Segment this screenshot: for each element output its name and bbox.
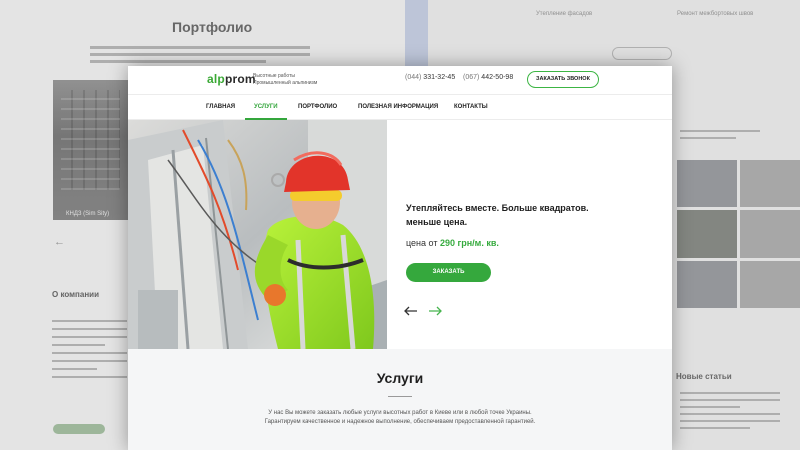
services-divider: [388, 396, 412, 397]
services-section: Услуги У нас Вы можете заказать любые ус…: [128, 349, 672, 450]
climber-illustration: [128, 120, 387, 349]
order-button[interactable]: ЗАКАЗАТЬ: [406, 263, 491, 282]
hero-headline: Утепляйтесь вместе. Больше квадратов. ме…: [406, 201, 616, 229]
phone-2-prefix: (067): [463, 74, 480, 81]
nav-item-portfolio[interactable]: ПОРТФОЛИО: [298, 95, 337, 120]
nav-item-services[interactable]: УСЛУГИ: [245, 95, 287, 120]
arrow-left-icon[interactable]: [404, 306, 418, 316]
arrow-right-icon[interactable]: [428, 306, 442, 316]
services-text-line-1: У нас Вы можете заказать любые услуги вы…: [268, 410, 532, 416]
hero-headline-line-1: Утепляйтесь вместе. Больше квадратов.: [406, 203, 589, 213]
phone-2-number: 442-50-98: [481, 74, 514, 81]
tagline: Высотные работы Промышленный альпинизм: [253, 73, 333, 87]
hero-headline-line-2: меньше цена.: [406, 217, 468, 227]
tagline-line-2: Промышленный альпинизм: [253, 80, 318, 86]
website-window: alpprom Высотные работы Промышленный аль…: [128, 66, 672, 450]
phone-1-prefix: (044): [405, 74, 422, 81]
main-nav: ГЛАВНАЯ УСЛУГИ ПОРТФОЛИО ПОЛЕЗНАЯ ИНФОРМ…: [128, 94, 672, 120]
phone-1-number: 331-32-45: [423, 74, 456, 81]
phone-1[interactable]: (044) 331-32-45: [405, 74, 455, 81]
logo-suffix: prom: [224, 72, 256, 86]
price-prefix: цена от: [406, 238, 438, 248]
services-description: У нас Вы можете заказать любые услуги вы…: [128, 409, 672, 427]
hero-photo: [128, 120, 387, 349]
services-title: Услуги: [376, 370, 424, 386]
hero-content: Утепляйтесь вместе. Больше квадратов. ме…: [387, 120, 672, 349]
header-bar: alpprom Высотные работы Промышленный аль…: [128, 66, 672, 94]
tagline-line-1: Высотные работы: [253, 73, 295, 79]
phone-2[interactable]: (067) 442-50-98: [463, 74, 513, 81]
logo[interactable]: alpprom: [207, 72, 256, 86]
price-value: 290 грн/м. кв.: [439, 238, 499, 248]
services-text-line-2: Гарантируем качественное и надежное выпо…: [264, 419, 536, 425]
nav-item-contacts[interactable]: КОНТАКТЫ: [454, 95, 488, 120]
nav-item-useful-info[interactable]: ПОЛЕЗНАЯ ИНФОРМАЦИЯ: [358, 95, 438, 120]
price: цена от 290 грн/м. кв.: [406, 238, 499, 248]
nav-item-home[interactable]: ГЛАВНАЯ: [206, 95, 235, 120]
callback-button[interactable]: ЗАКАЗАТЬ ЗВОНОК: [527, 71, 599, 88]
logo-prefix: alp: [207, 72, 225, 86]
